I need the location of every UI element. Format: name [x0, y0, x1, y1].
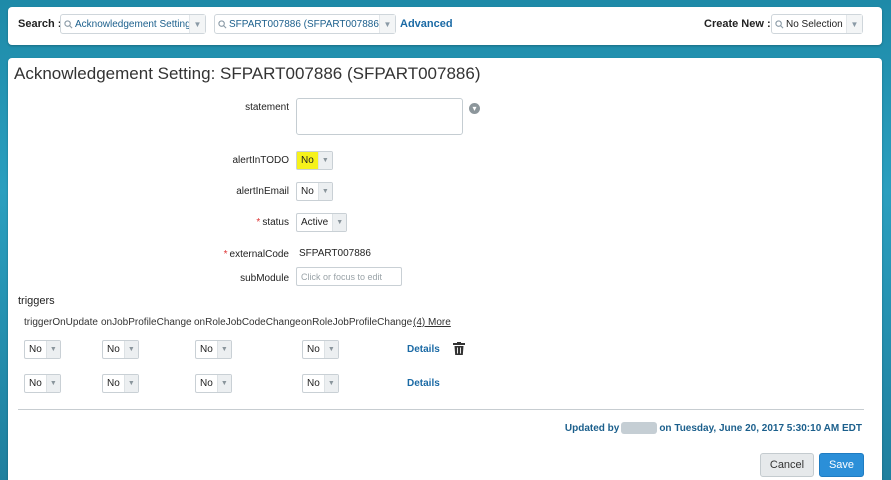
search-object-id-value: SFPART007886 (SFPART007886) — [229, 18, 379, 30]
create-new-select[interactable]: No Selection ▼ — [771, 14, 863, 34]
row2-onrolejobcodechange-select[interactable]: No ▼ — [195, 374, 232, 393]
updated-prefix: Updated by — [564, 422, 620, 434]
row1-onjobprofilechange-select[interactable]: No ▼ — [102, 340, 139, 359]
status-value: Active — [301, 217, 329, 228]
search-icon — [215, 19, 229, 29]
search-object-type-value: Acknowledgement Setting — [75, 18, 189, 30]
chevron-down-icon: ▼ — [216, 341, 231, 358]
chevron-down-icon: ▼ — [323, 341, 338, 358]
status-select[interactable]: Active ▼ — [296, 213, 348, 232]
chevron-down-icon: ▼ — [123, 341, 138, 358]
chevron-down-icon: ▼ — [216, 375, 231, 392]
more-columns-link[interactable]: (4) More — [413, 317, 451, 328]
row2-onjobprofilechange-select[interactable]: No ▼ — [102, 374, 139, 393]
triggers-heading: triggers — [18, 295, 55, 307]
select-value: No — [29, 344, 42, 355]
alertintodo-value: No — [297, 152, 318, 169]
select-value: No — [107, 378, 120, 389]
required-mark: * — [256, 217, 261, 228]
row2-triggeronupdate-select[interactable]: No ▼ — [24, 374, 61, 393]
select-value: No — [29, 378, 42, 389]
row2-onrolejobprofilechange-select[interactable]: No ▼ — [302, 374, 339, 393]
chevron-down-icon: ▼ — [323, 375, 338, 392]
select-value: No — [307, 344, 320, 355]
submodule-input[interactable]: Click or focus to edit — [296, 267, 402, 286]
advanced-search-link[interactable]: Advanced — [400, 18, 453, 30]
section-divider — [18, 409, 864, 410]
column-header-onrolejobcodechange: onRoleJobCodeChange — [194, 317, 301, 328]
chevron-down-icon: ▼ — [45, 375, 60, 392]
redacted-username — [621, 422, 658, 434]
info-icon[interactable]: ▾ — [469, 103, 480, 114]
select-value: No — [200, 344, 213, 355]
alertinemail-label: alertInEmail — [236, 186, 289, 197]
select-value: No — [307, 378, 320, 389]
trash-icon[interactable] — [453, 342, 465, 355]
alertintodo-label: alertInTODO — [232, 155, 290, 166]
row1-onrolejobprofilechange-select[interactable]: No ▼ — [302, 340, 339, 359]
statement-textarea[interactable] — [296, 98, 463, 135]
select-value: No — [200, 378, 213, 389]
search-icon — [61, 19, 75, 29]
status-label: * status — [256, 217, 289, 228]
chevron-down-icon: ▼ — [45, 341, 60, 358]
search-label: Search : — [18, 18, 62, 30]
chevron-down-icon: ▼ — [332, 214, 347, 231]
create-new-label: Create New : — [704, 18, 771, 30]
alertinemail-value: No — [301, 186, 314, 197]
column-header-triggeronupdate: triggerOnUpdate — [24, 317, 98, 328]
chevron-down-icon: ▼ — [123, 375, 138, 392]
search-object-id-select[interactable]: SFPART007886 (SFPART007886) ▼ — [214, 14, 396, 34]
chevron-down-icon[interactable]: ▼ — [189, 15, 205, 33]
create-new-value: No Selection — [786, 18, 843, 30]
row1-triggeronupdate-select[interactable]: No ▼ — [24, 340, 61, 359]
column-header-onrolejobprofilechange: onRoleJobProfileChange — [301, 317, 413, 328]
chevron-down-icon[interactable]: ▼ — [379, 15, 395, 33]
cancel-button[interactable]: Cancel — [760, 453, 814, 477]
submodule-label: subModule — [240, 273, 289, 284]
top-search-bar: Search : Acknowledgement Setting ▼ SFPAR… — [8, 7, 882, 45]
save-button[interactable]: Save — [819, 453, 864, 477]
chevron-down-icon: ▼ — [317, 152, 332, 169]
updated-by-text: Updated by on Tuesday, June 20, 2017 5:3… — [565, 422, 862, 434]
search-icon — [772, 19, 786, 29]
record-panel: Acknowledgement Setting: SFPART007886 (S… — [8, 58, 882, 480]
externalcode-value: SFPART007886 — [299, 248, 371, 259]
column-header-onjobprofilechange: onJobProfileChange — [101, 317, 192, 328]
externalcode-label: * externalCode — [223, 249, 289, 260]
chevron-down-icon: ▼ — [317, 183, 332, 200]
search-object-type-select[interactable]: Acknowledgement Setting ▼ — [60, 14, 206, 34]
select-value: No — [107, 344, 120, 355]
alertinemail-select[interactable]: No ▼ — [296, 182, 333, 201]
row1-details-link[interactable]: Details — [407, 344, 440, 355]
page-title: Acknowledgement Setting: SFPART007886 (S… — [14, 64, 481, 83]
row2-details-link[interactable]: Details — [407, 378, 440, 389]
chevron-down-icon[interactable]: ▼ — [846, 15, 862, 33]
updated-timestamp: on Tuesday, June 20, 2017 5:30:10 AM EDT — [659, 422, 862, 434]
statement-label: statement — [245, 102, 289, 113]
required-mark: * — [223, 249, 228, 260]
alertintodo-select[interactable]: No ▼ — [296, 151, 333, 170]
row1-onrolejobcodechange-select[interactable]: No ▼ — [195, 340, 232, 359]
